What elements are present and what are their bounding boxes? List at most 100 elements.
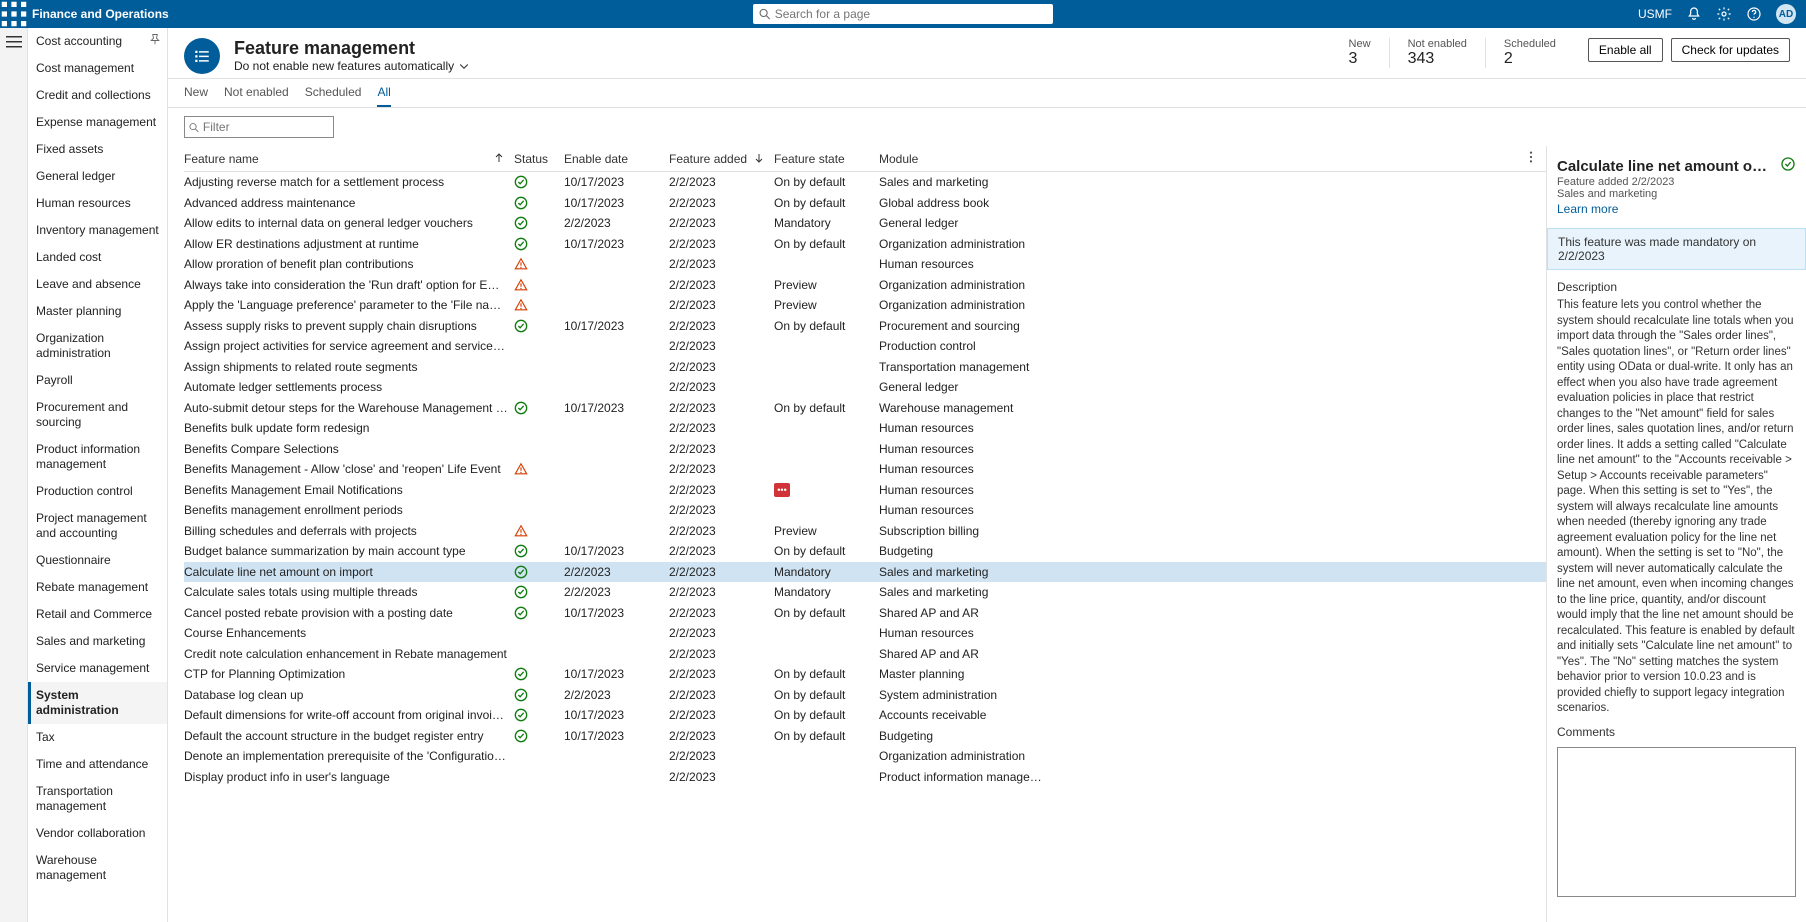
tab[interactable]: All: [377, 85, 390, 107]
cell-module: Organization administration: [879, 749, 1054, 763]
sidebar-item[interactable]: Service management: [28, 655, 167, 682]
grid-filter[interactable]: [184, 116, 334, 138]
sidebar-item[interactable]: Organization administration: [28, 325, 167, 367]
feature-row[interactable]: Course Enhancements2/2/2023Human resourc…: [184, 623, 1546, 644]
col-feature-name[interactable]: Feature name: [184, 152, 514, 166]
global-search[interactable]: [753, 4, 1053, 24]
feature-row[interactable]: Always take into consideration the 'Run …: [184, 275, 1546, 296]
feature-row[interactable]: Benefits Management - Allow 'close' and …: [184, 459, 1546, 480]
bell-icon[interactable]: [1686, 6, 1702, 22]
feature-row[interactable]: Allow edits to internal data on general …: [184, 213, 1546, 234]
feature-row[interactable]: CTP for Planning Optimization10/17/20232…: [184, 664, 1546, 685]
sidebar-item[interactable]: Rebate management: [28, 574, 167, 601]
sidebar-item[interactable]: Vendor collaboration: [28, 820, 167, 847]
tab[interactable]: Scheduled: [305, 85, 362, 107]
col-feature-added[interactable]: Feature added: [669, 152, 774, 166]
cell-enable: 10/17/2023: [564, 606, 669, 620]
feature-row[interactable]: Allow proration of benefit plan contribu…: [184, 254, 1546, 275]
sidebar-item[interactable]: Tax: [28, 724, 167, 751]
col-status[interactable]: Status: [514, 152, 564, 166]
col-module[interactable]: Module: [879, 152, 1054, 166]
feature-row[interactable]: Default dimensions for write-off account…: [184, 705, 1546, 726]
feature-row[interactable]: Budget balance summarization by main acc…: [184, 541, 1546, 562]
tab[interactable]: Not enabled: [224, 85, 289, 107]
feature-row[interactable]: Cancel posted rebate provision with a po…: [184, 603, 1546, 624]
cell-name: Apply the 'Language preference' paramete…: [184, 298, 514, 312]
sidebar-item[interactable]: Transportation management: [28, 778, 167, 820]
pin-icon[interactable]: [149, 32, 161, 50]
help-icon[interactable]: [1746, 6, 1762, 22]
sidebar-item[interactable]: Questionnaire: [28, 547, 167, 574]
feature-row[interactable]: Assign shipments to related route segmen…: [184, 357, 1546, 378]
cell-name: CTP for Planning Optimization: [184, 667, 514, 681]
feature-row[interactable]: Advanced address maintenance10/17/20232/…: [184, 193, 1546, 214]
app-launcher-icon[interactable]: [0, 0, 28, 28]
cell-module: Human resources: [879, 503, 1054, 517]
page-subtitle[interactable]: Do not enable new features automatically: [234, 59, 470, 73]
sidebar-item[interactable]: Retail and Commerce: [28, 601, 167, 628]
sidebar-item[interactable]: System administration: [28, 682, 167, 724]
cell-state: Mandatory: [774, 565, 879, 579]
cell-status: [514, 729, 564, 743]
hamburger-icon[interactable]: [6, 34, 22, 55]
comments-textarea[interactable]: [1557, 747, 1796, 897]
gear-icon[interactable]: [1716, 6, 1732, 22]
cell-module: Global address book: [879, 196, 1054, 210]
enable-all-button[interactable]: Enable all: [1588, 38, 1663, 62]
global-search-input[interactable]: [775, 7, 1048, 21]
company-picker[interactable]: USMF: [1638, 7, 1672, 21]
sidebar-item[interactable]: Credit and collections: [28, 82, 167, 109]
feature-row[interactable]: Benefits Compare Selections2/2/2023Human…: [184, 439, 1546, 460]
sidebar-item[interactable]: Sales and marketing: [28, 628, 167, 655]
feature-row[interactable]: Default the account structure in the bud…: [184, 726, 1546, 747]
cell-added: 2/2/2023: [669, 421, 774, 435]
grid-options-icon[interactable]: [1524, 150, 1546, 167]
sidebar-item[interactable]: Master planning: [28, 298, 167, 325]
sidebar-item[interactable]: Human resources: [28, 190, 167, 217]
sidebar-item[interactable]: Cost accounting: [28, 28, 167, 55]
sidebar-item[interactable]: Time and attendance: [28, 751, 167, 778]
sidebar-item[interactable]: Expense management: [28, 109, 167, 136]
feature-row[interactable]: Benefits Management Email Notifications2…: [184, 480, 1546, 501]
cell-state: •••: [774, 483, 879, 497]
cell-added: 2/2/2023: [669, 339, 774, 353]
avatar[interactable]: AD: [1776, 4, 1796, 24]
feature-row[interactable]: Credit note calculation enhancement in R…: [184, 644, 1546, 665]
feature-row[interactable]: Allow ER destinations adjustment at runt…: [184, 234, 1546, 255]
sidebar-item[interactable]: Production control: [28, 478, 167, 505]
grid-filter-input[interactable]: [203, 120, 329, 134]
sidebar-item[interactable]: Payroll: [28, 367, 167, 394]
feature-row[interactable]: Display product info in user's language2…: [184, 767, 1546, 788]
sidebar-item[interactable]: Procurement and sourcing: [28, 394, 167, 436]
feature-row[interactable]: Calculate sales totals using multiple th…: [184, 582, 1546, 603]
feature-row[interactable]: Automate ledger settlements process2/2/2…: [184, 377, 1546, 398]
feature-row[interactable]: Assign project activities for service ag…: [184, 336, 1546, 357]
sidebar-item[interactable]: Fixed assets: [28, 136, 167, 163]
sidebar-item[interactable]: Warehouse management: [28, 847, 167, 889]
feature-row[interactable]: Apply the 'Language preference' paramete…: [184, 295, 1546, 316]
feature-row[interactable]: Auto-submit detour steps for the Warehou…: [184, 398, 1546, 419]
sidebar-item[interactable]: Project management and accounting: [28, 505, 167, 547]
feature-row[interactable]: Denote an implementation prerequisite of…: [184, 746, 1546, 767]
sidebar-item[interactable]: Cost management: [28, 55, 167, 82]
feature-row[interactable]: Calculate line net amount on import2/2/2…: [184, 562, 1546, 583]
feature-row[interactable]: Benefits bulk update form redesign2/2/20…: [184, 418, 1546, 439]
sidebar-item[interactable]: Landed cost: [28, 244, 167, 271]
sidebar-item[interactable]: Leave and absence: [28, 271, 167, 298]
chevron-down-icon: [458, 60, 470, 72]
col-enable-date[interactable]: Enable date: [564, 152, 669, 166]
col-feature-state[interactable]: Feature state: [774, 152, 879, 166]
tab[interactable]: New: [184, 85, 208, 107]
cell-name: Denote an implementation prerequisite of…: [184, 749, 514, 763]
feature-row[interactable]: Database log clean up2/2/20232/2/2023On …: [184, 685, 1546, 706]
check-updates-button[interactable]: Check for updates: [1671, 38, 1790, 62]
feature-row[interactable]: Billing schedules and deferrals with pro…: [184, 521, 1546, 542]
feature-row[interactable]: Adjusting reverse match for a settlement…: [184, 172, 1546, 193]
feature-row[interactable]: Assess supply risks to prevent supply ch…: [184, 316, 1546, 337]
cell-added: 2/2/2023: [669, 667, 774, 681]
sidebar-item[interactable]: Inventory management: [28, 217, 167, 244]
feature-row[interactable]: Benefits management enrollment periods2/…: [184, 500, 1546, 521]
sidebar-item[interactable]: General ledger: [28, 163, 167, 190]
learn-more-link[interactable]: Learn more: [1557, 202, 1618, 216]
sidebar-item[interactable]: Product information management: [28, 436, 167, 478]
